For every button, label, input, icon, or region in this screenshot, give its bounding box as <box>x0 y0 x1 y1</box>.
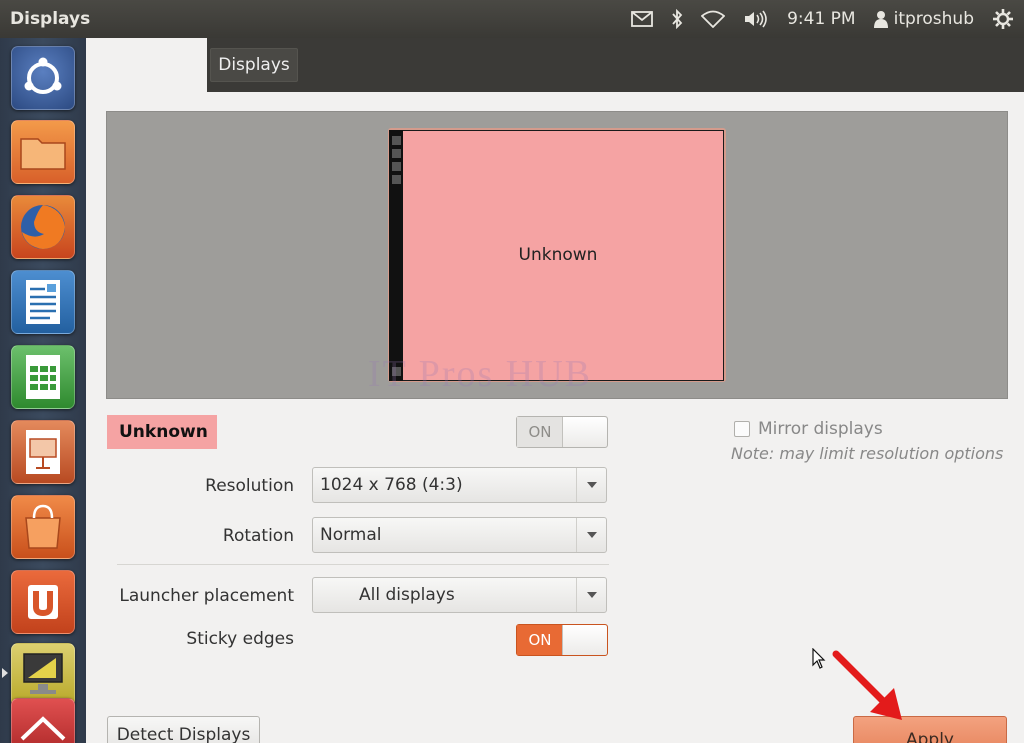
all-settings-tab[interactable] <box>86 38 207 94</box>
calc-icon[interactable] <box>11 345 75 409</box>
window-title: Displays <box>10 9 91 29</box>
wifi-icon[interactable] <box>701 10 726 28</box>
user-icon <box>873 10 888 28</box>
detect-displays-button[interactable]: Detect Displays <box>107 716 260 743</box>
mirror-displays-option[interactable]: Mirror displays <box>734 419 883 439</box>
toggle-knob <box>562 417 607 447</box>
indicators: 9:41 PM itproshub <box>631 0 1014 38</box>
impress-icon[interactable] <box>11 420 75 484</box>
chevron-down-icon <box>576 468 606 502</box>
remote-icon[interactable] <box>11 698 75 743</box>
software-center-icon[interactable] <box>11 495 75 559</box>
toggle-on-label: ON <box>517 417 563 447</box>
firefox-icon[interactable] <box>11 195 75 259</box>
user-menu[interactable]: itproshub <box>873 9 974 29</box>
clock[interactable]: 9:41 PM <box>787 9 856 29</box>
annotation-arrow-icon <box>832 650 902 720</box>
separator <box>117 564 609 565</box>
toggle-knob <box>562 625 607 655</box>
ubuntu-one-icon[interactable] <box>11 570 75 634</box>
gear-icon[interactable] <box>992 8 1014 30</box>
sticky-edges-toggle[interactable]: ON <box>516 624 608 656</box>
rotation-select[interactable]: Normal <box>312 517 607 553</box>
launcher-placement-value: All displays <box>359 585 455 605</box>
display-power-toggle[interactable]: ON <box>516 416 608 448</box>
resolution-select[interactable]: 1024 x 768 (4:3) <box>312 467 607 503</box>
user-name: itproshub <box>893 9 974 29</box>
chevron-down-icon <box>576 578 606 612</box>
rotation-label: Rotation <box>222 526 294 546</box>
top-panel: Displays 9:41 PM itproshub <box>0 0 1024 38</box>
resolution-value: 1024 x 768 (4:3) <box>320 475 463 495</box>
ubuntu-dash-icon[interactable] <box>11 46 75 110</box>
launcher <box>0 38 86 743</box>
launcher-active-indicator <box>2 668 8 678</box>
mouse-cursor-icon <box>812 648 826 669</box>
resolution-label: Resolution <box>205 476 294 496</box>
files-icon[interactable] <box>11 120 75 184</box>
chevron-down-icon <box>576 518 606 552</box>
rotation-value: Normal <box>320 525 382 545</box>
watermark: IT Pros HUB <box>368 353 592 395</box>
volume-icon[interactable] <box>743 10 769 28</box>
display-name-badge: Unknown <box>107 415 217 449</box>
launcher-placement-label: Launcher placement <box>119 586 294 606</box>
launcher-preview-bar <box>389 130 403 381</box>
tab-displays[interactable]: Displays <box>210 48 298 82</box>
launcher-placement-select[interactable]: All displays <box>312 577 607 613</box>
mirror-displays-label: Mirror displays <box>758 419 883 439</box>
toggle-on-label: ON <box>517 625 563 655</box>
writer-icon[interactable] <box>11 270 75 334</box>
mirror-displays-checkbox[interactable] <box>734 421 750 437</box>
mirror-note: Note: may limit resolution options <box>731 444 1004 463</box>
mail-icon[interactable] <box>631 11 653 27</box>
bluetooth-icon[interactable] <box>671 9 683 29</box>
sticky-edges-label: Sticky edges <box>186 629 294 649</box>
monitor-label: Unknown <box>518 245 598 265</box>
